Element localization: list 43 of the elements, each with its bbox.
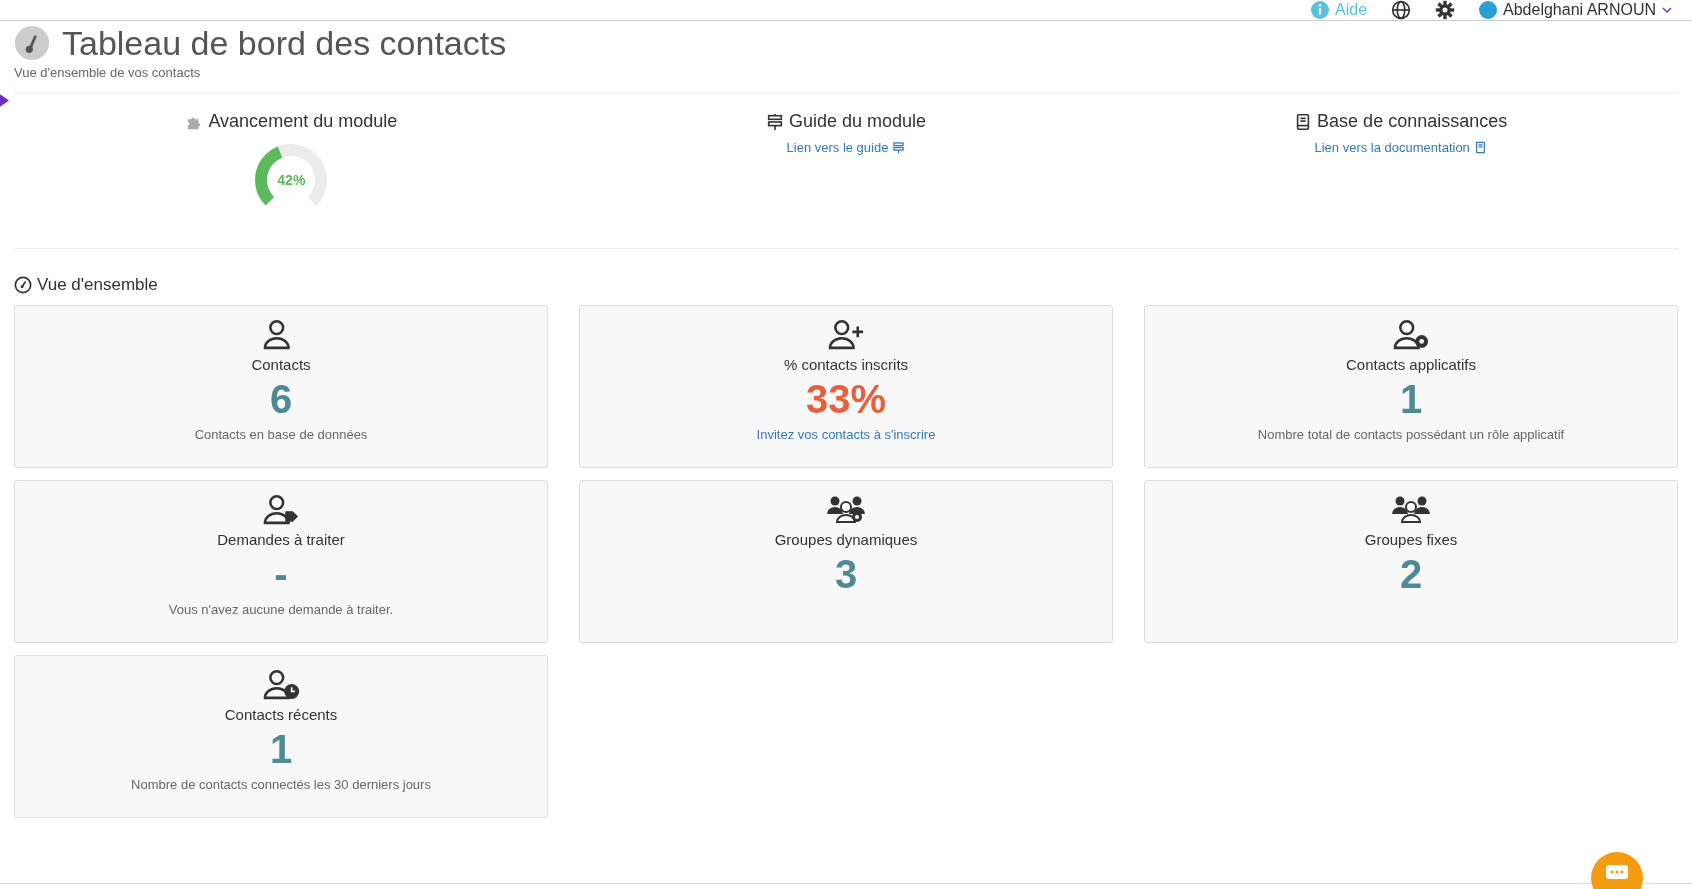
- stat-value: 3: [834, 551, 858, 598]
- card-title: Groupes dynamiques: [774, 531, 918, 548]
- progress-reading: 42%: [277, 172, 306, 188]
- card-caption: Vous n'avez aucune demande à traiter.: [168, 602, 394, 617]
- user-icon: [261, 668, 301, 700]
- user-icon: [826, 318, 866, 350]
- arrow-icon: [0, 94, 9, 107]
- invite-link[interactable]: Invitez vos contacts à s'inscrire: [756, 427, 936, 442]
- caret-icon: [1662, 7, 1672, 13]
- card-caption: Contacts en base de données: [194, 427, 368, 442]
- card-caption: Nombre de contacts connectés les 30 derniers jours: [131, 777, 431, 792]
- stat-value: -: [274, 551, 288, 598]
- documentation-link[interactable]: Lien vers la documentation: [1314, 140, 1487, 155]
- user-icon: [261, 493, 301, 525]
- user-icon: [1391, 318, 1431, 350]
- book-icon: [1473, 141, 1487, 154]
- card-title: Groupes fixes: [1364, 531, 1458, 548]
- signpost-icon: [892, 141, 906, 154]
- globe-icon[interactable]: [1391, 0, 1412, 20]
- card-title: Contacts récents: [224, 706, 338, 723]
- page-title: Tableau de bord des contacts: [62, 23, 507, 63]
- gauge-icon: [14, 276, 32, 294]
- card-title: Demandes à traiter: [217, 531, 345, 548]
- card-title: % contacts inscrits: [783, 356, 909, 373]
- dashboard-icon: [14, 25, 50, 61]
- section-title: Avancement du module: [208, 111, 398, 132]
- section-title: Vue d'ensemble: [37, 275, 158, 295]
- stat-value: 1: [1399, 376, 1423, 423]
- card-title: Contacts: [251, 356, 311, 373]
- settings-icon[interactable]: [1435, 0, 1456, 20]
- stat-value: 33%: [805, 376, 887, 423]
- section-title: Base de connaissances: [1317, 111, 1508, 132]
- card-title: Contacts applicatifs: [1345, 356, 1477, 373]
- card-caption: Nombre total de contacts possédant un rôle applicatif: [1257, 427, 1565, 442]
- stat-value: 2: [1399, 551, 1423, 598]
- stat-value: 1: [269, 726, 293, 773]
- guide-link[interactable]: Lien vers le guide: [786, 140, 906, 155]
- avatar-icon: [1479, 1, 1498, 19]
- section-title: Guide du module: [788, 111, 927, 132]
- user-menu[interactable]: Abdelghani ARNOUN: [1479, 1, 1672, 19]
- signpost-icon: [765, 112, 784, 131]
- stat-value: 6: [269, 376, 293, 423]
- page-subtitle: Vue d'ensemble de vos contacts: [14, 65, 202, 80]
